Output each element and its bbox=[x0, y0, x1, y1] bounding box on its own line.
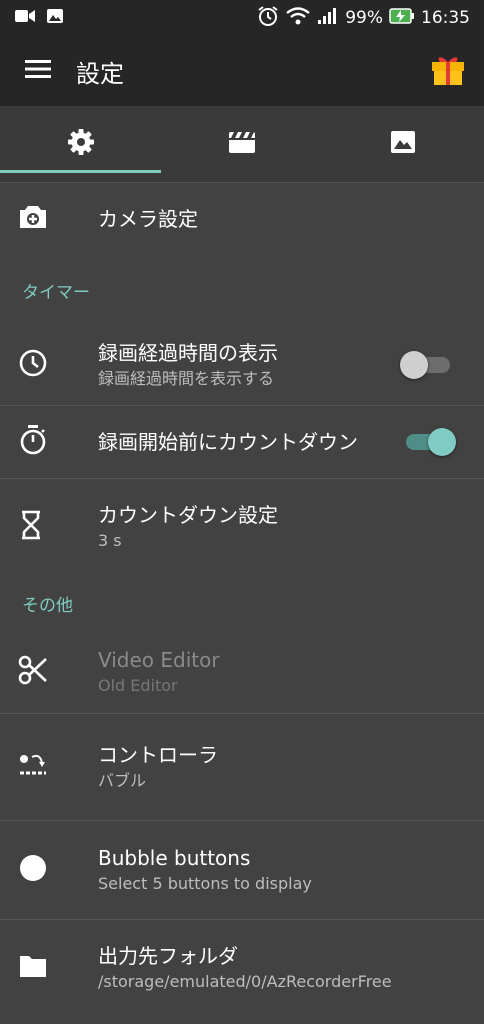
countdown-toggle[interactable] bbox=[400, 422, 460, 462]
clapperboard-icon bbox=[228, 130, 256, 158]
tab-bar bbox=[0, 106, 484, 183]
page-title: 設定 bbox=[76, 59, 124, 88]
other-section-header: その他 bbox=[22, 595, 73, 616]
bubble-buttons-title: Bubble buttons bbox=[98, 846, 251, 870]
folder-icon bbox=[18, 953, 48, 983]
video-editor-subtitle: Old Editor bbox=[98, 676, 178, 695]
hourglass-icon bbox=[18, 510, 44, 544]
image-notification-icon bbox=[46, 8, 64, 28]
elapsed-time-title: 録画経過時間の表示 bbox=[98, 341, 278, 365]
battery-charging-icon bbox=[389, 7, 415, 30]
alarm-icon bbox=[257, 5, 279, 32]
countdown-title: 録画開始前にカウントダウン bbox=[98, 430, 358, 454]
wifi-icon bbox=[285, 6, 311, 31]
gift-button[interactable] bbox=[412, 36, 484, 106]
bubble-buttons-subtitle: Select 5 buttons to display bbox=[98, 874, 312, 893]
video-camera-icon bbox=[14, 8, 36, 28]
clock-time: 16:35 bbox=[421, 8, 470, 28]
elapsed-time-toggle[interactable] bbox=[400, 345, 460, 385]
video-editor-title: Video Editor bbox=[98, 648, 220, 672]
menu-button[interactable] bbox=[0, 36, 76, 106]
output-folder-item[interactable]: 出力先フォルダ /storage/emulated/0/AzRecorderFr… bbox=[0, 920, 484, 1016]
circle-icon bbox=[18, 853, 48, 887]
countdown-setting-item[interactable]: カウントダウン設定 3 s bbox=[0, 479, 484, 575]
image-icon bbox=[390, 130, 416, 158]
countdown-item[interactable]: 録画開始前にカウントダウン bbox=[0, 406, 484, 478]
tab-settings[interactable] bbox=[0, 106, 162, 182]
battery-percent: 99% bbox=[345, 8, 383, 28]
bubble-buttons-item[interactable]: Bubble buttons Select 5 buttons to displ… bbox=[0, 821, 484, 919]
controller-item[interactable]: コントローラ バブル bbox=[0, 714, 484, 820]
camera-settings-item[interactable]: カメラ設定 bbox=[0, 183, 484, 255]
output-folder-title: 出力先フォルダ bbox=[98, 944, 238, 968]
settings-list: カメラ設定 タイマー 録画経過時間の表示 録画経過時間を表示する 録画開始前にカ… bbox=[0, 183, 484, 1016]
hamburger-menu-icon bbox=[25, 59, 51, 83]
camera-settings-title: カメラ設定 bbox=[98, 207, 198, 231]
countdown-setting-title: カウントダウン設定 bbox=[98, 503, 278, 527]
signal-icon bbox=[317, 7, 339, 30]
scissors-icon bbox=[18, 655, 48, 689]
clock-icon bbox=[18, 348, 48, 382]
tab-videos[interactable] bbox=[161, 106, 322, 182]
camera-icon bbox=[18, 204, 48, 234]
controller-icon bbox=[18, 751, 48, 783]
status-bar: 99% 16:35 bbox=[0, 0, 484, 36]
controller-subtitle: バブル bbox=[98, 771, 147, 790]
timer-section-header: タイマー bbox=[22, 282, 90, 303]
controller-title: コントローラ bbox=[98, 743, 218, 767]
elapsed-time-subtitle: 録画経過時間を表示する bbox=[98, 369, 275, 388]
tab-images[interactable] bbox=[323, 106, 484, 182]
countdown-setting-value: 3 s bbox=[98, 531, 122, 550]
app-bar: 設定 bbox=[0, 36, 484, 106]
output-folder-path: /storage/emulated/0/AzRecorderFree bbox=[98, 972, 392, 991]
gear-icon bbox=[67, 128, 95, 160]
gift-icon bbox=[430, 52, 466, 90]
elapsed-time-item[interactable]: 録画経過時間の表示 録画経過時間を表示する bbox=[0, 325, 484, 405]
video-editor-item[interactable]: Video Editor Old Editor bbox=[0, 631, 484, 713]
stopwatch-icon bbox=[18, 424, 48, 460]
